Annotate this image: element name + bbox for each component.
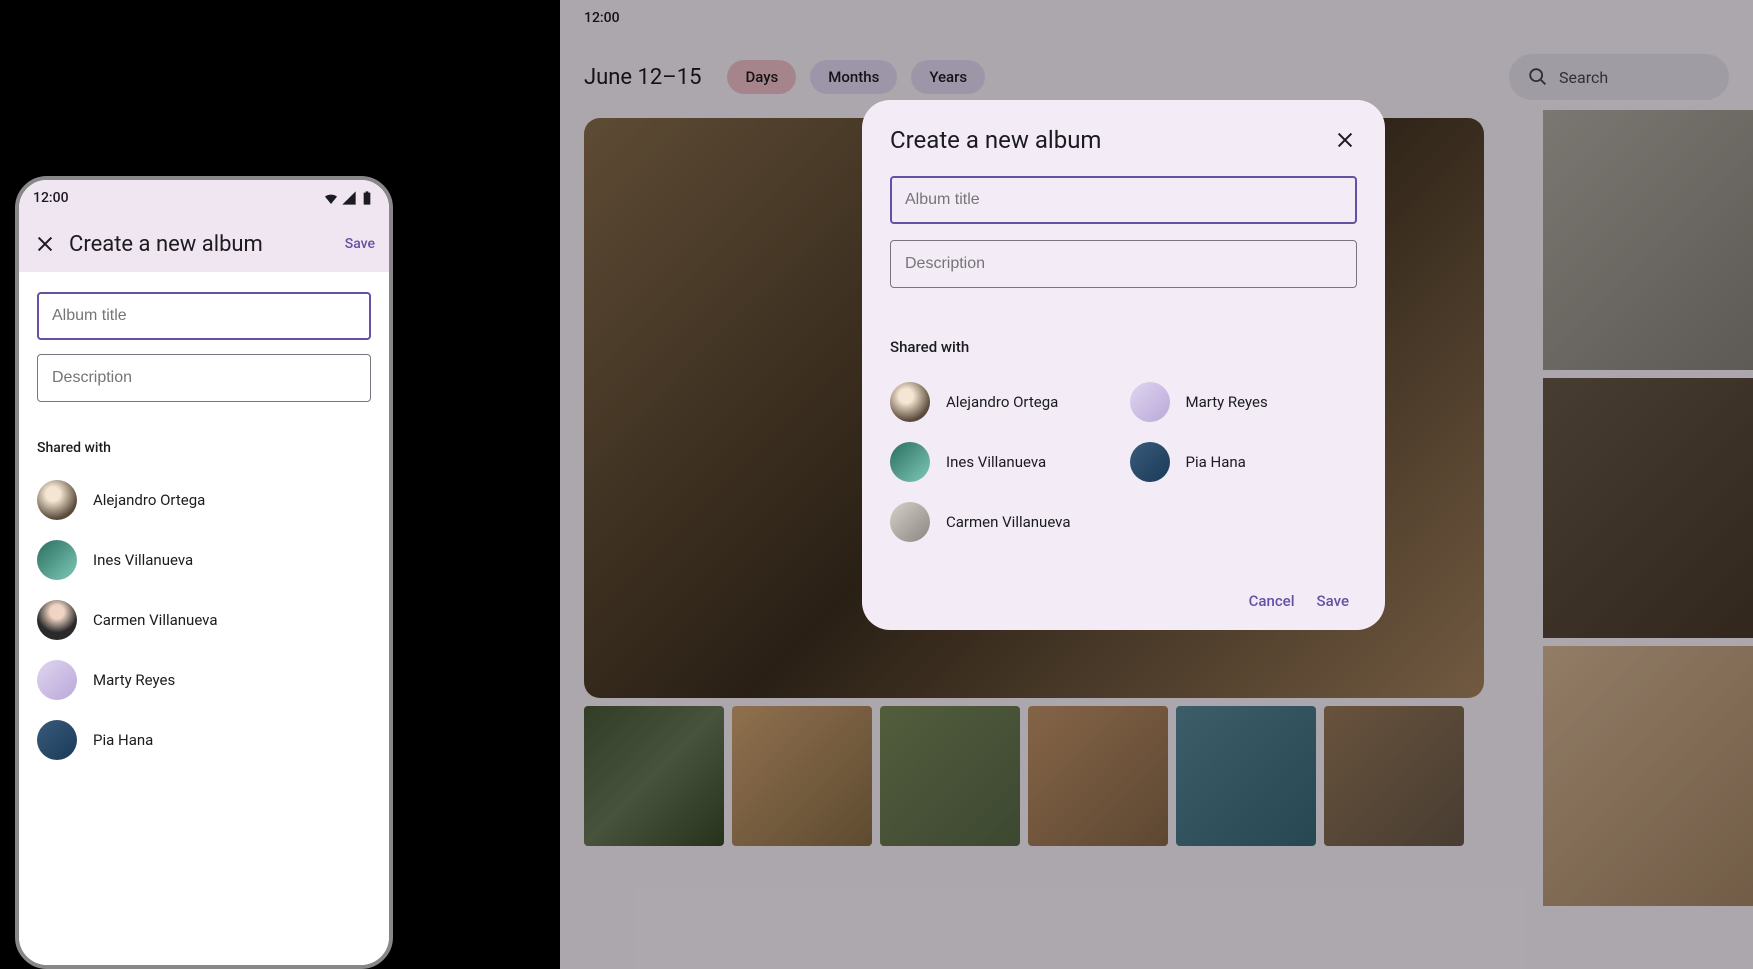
create-album-dialog: Create a new album Shared with Alejandro… xyxy=(862,100,1385,630)
chip-months[interactable]: Months xyxy=(810,60,897,94)
person-name-label: Pia Hana xyxy=(93,731,153,749)
save-button[interactable]: Save xyxy=(1317,592,1349,610)
person-row[interactable]: Carmen Villanueva xyxy=(37,590,371,650)
shared-with-list: Alejandro Ortega Ines Villanueva Carmen Vi… xyxy=(37,470,371,770)
avatar xyxy=(1130,442,1170,482)
photo-thumbnail[interactable] xyxy=(1324,706,1464,846)
person-name-label: Ines Villanueva xyxy=(946,453,1046,471)
album-title-input[interactable] xyxy=(37,292,371,340)
phone-content: Shared with Alejandro Ortega Ines Villanu… xyxy=(19,272,389,790)
close-icon[interactable] xyxy=(33,232,57,256)
person-row[interactable]: Alejandro Ortega xyxy=(37,470,371,530)
avatar xyxy=(37,540,77,580)
tablet-screen: 12:00 June 12–15 Days Months Years Searc… xyxy=(560,0,1753,969)
person-name-label: Alejandro Ortega xyxy=(93,491,205,509)
person-name-label: Pia Hana xyxy=(1186,453,1246,471)
person-name-label: Marty Reyes xyxy=(93,671,175,689)
avatar xyxy=(890,442,930,482)
statusbar-time: 12:00 xyxy=(33,190,69,206)
phone-appbar: Create a new album Save xyxy=(19,216,389,272)
wifi-icon xyxy=(323,190,339,206)
search-placeholder: Search xyxy=(1559,68,1608,87)
person-name-label: Alejandro Ortega xyxy=(946,393,1058,411)
description-input[interactable] xyxy=(890,240,1357,288)
right-photo-column xyxy=(1543,110,1753,906)
save-button[interactable]: Save xyxy=(345,236,375,252)
phone-screen: 12:00 Create a new album Save Shared wit… xyxy=(19,180,389,965)
photo-thumbnail[interactable] xyxy=(880,706,1020,846)
description-input[interactable] xyxy=(37,354,371,402)
avatar xyxy=(37,660,77,700)
photo-thumbnail[interactable] xyxy=(732,706,872,846)
tablet-statusbar: 12:00 xyxy=(560,0,1753,36)
chip-years[interactable]: Years xyxy=(911,60,985,94)
search-field[interactable]: Search xyxy=(1509,54,1729,100)
person-row[interactable]: Pia Hana xyxy=(37,710,371,770)
person-row[interactable]: Ines Villanueva xyxy=(37,530,371,590)
person-name-label: Carmen Villanueva xyxy=(93,611,218,629)
close-icon[interactable] xyxy=(1333,128,1357,152)
avatar xyxy=(37,720,77,760)
avatar xyxy=(37,600,77,640)
statusbar-icons xyxy=(323,190,375,206)
shared-with-label: Shared with xyxy=(37,440,371,456)
person-name-label: Carmen Villanueva xyxy=(946,513,1071,531)
appbar-title: Create a new album xyxy=(69,232,333,257)
person-row[interactable]: Pia Hana xyxy=(1130,432,1358,492)
person-name-label: Marty Reyes xyxy=(1186,393,1268,411)
person-row[interactable]: Marty Reyes xyxy=(37,650,371,710)
chip-days[interactable]: Days xyxy=(727,60,796,94)
photo-thumbnail[interactable] xyxy=(1543,110,1753,370)
avatar xyxy=(890,382,930,422)
photo-thumbnail[interactable] xyxy=(584,706,724,846)
cancel-button[interactable]: Cancel xyxy=(1249,592,1295,610)
battery-icon xyxy=(359,190,375,206)
person-row[interactable]: Carmen Villanueva xyxy=(890,492,1118,552)
statusbar-time: 12:00 xyxy=(584,10,620,26)
dialog-header: Create a new album xyxy=(890,126,1357,154)
person-row[interactable]: Ines Villanueva xyxy=(890,432,1118,492)
phone-device-frame: 12:00 Create a new album Save Shared wit… xyxy=(15,176,393,969)
dialog-actions: Cancel Save xyxy=(890,592,1357,610)
person-row[interactable]: Marty Reyes xyxy=(1130,372,1358,432)
person-row[interactable]: Alejandro Ortega xyxy=(890,372,1118,432)
date-range-title: June 12–15 xyxy=(584,65,701,90)
avatar xyxy=(890,502,930,542)
dialog-title: Create a new album xyxy=(890,126,1101,154)
avatar xyxy=(1130,382,1170,422)
person-name-label: Ines Villanueva xyxy=(93,551,193,569)
shared-with-grid: Alejandro Ortega Marty Reyes Ines Villanue… xyxy=(890,372,1357,552)
photo-thumbnail[interactable] xyxy=(1543,378,1753,638)
search-icon xyxy=(1527,66,1549,88)
album-title-input[interactable] xyxy=(890,176,1357,224)
avatar xyxy=(37,480,77,520)
phone-statusbar: 12:00 xyxy=(19,180,389,216)
photo-thumbnail[interactable] xyxy=(1028,706,1168,846)
shared-with-label: Shared with xyxy=(890,338,1357,356)
photo-thumbnail[interactable] xyxy=(1543,646,1753,906)
photo-thumbnail[interactable] xyxy=(1176,706,1316,846)
signal-icon xyxy=(341,190,357,206)
